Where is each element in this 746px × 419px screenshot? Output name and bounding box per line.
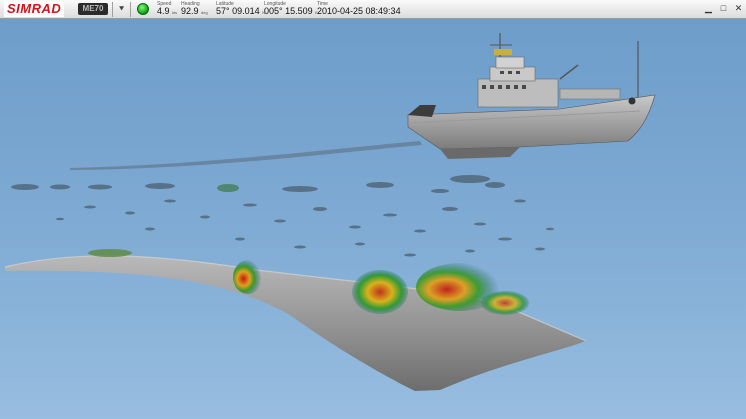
3d-sonar-view[interactable] (0, 19, 746, 419)
longitude-value: 005° 15.509 (264, 6, 313, 16)
fish-school-small (88, 249, 132, 257)
status-led-icon (137, 3, 149, 15)
latitude-value: 57° 09.014 (216, 6, 260, 16)
minimize-icon[interactable]: ▁ (703, 3, 714, 14)
divider (130, 2, 131, 17)
speed-value: 4.9 (157, 6, 170, 16)
divider (112, 2, 113, 17)
time-value: 2010-04-25 08:49:34 (317, 6, 401, 16)
simrad-logo: SIMRAD (4, 1, 65, 17)
window-controls: ▁ □ ✕ (703, 3, 744, 14)
model-badge: ME70 (78, 3, 108, 15)
fish-school-left (233, 260, 263, 294)
close-icon[interactable]: ✕ (733, 3, 744, 14)
chevron-double-down-icon[interactable]: ⯆ (118, 2, 125, 17)
speed-unit: kts (172, 10, 178, 15)
fish-school-tail (481, 291, 529, 315)
heading-value: 92.9 (181, 6, 199, 16)
top-status-bar: SIMRAD ME70 ⯆ Speed 4.9 kts Heading 92.9… (0, 0, 746, 19)
heading-unit: deg (201, 10, 208, 15)
fish-school-center (352, 270, 408, 314)
maximize-icon[interactable]: □ (718, 3, 729, 14)
